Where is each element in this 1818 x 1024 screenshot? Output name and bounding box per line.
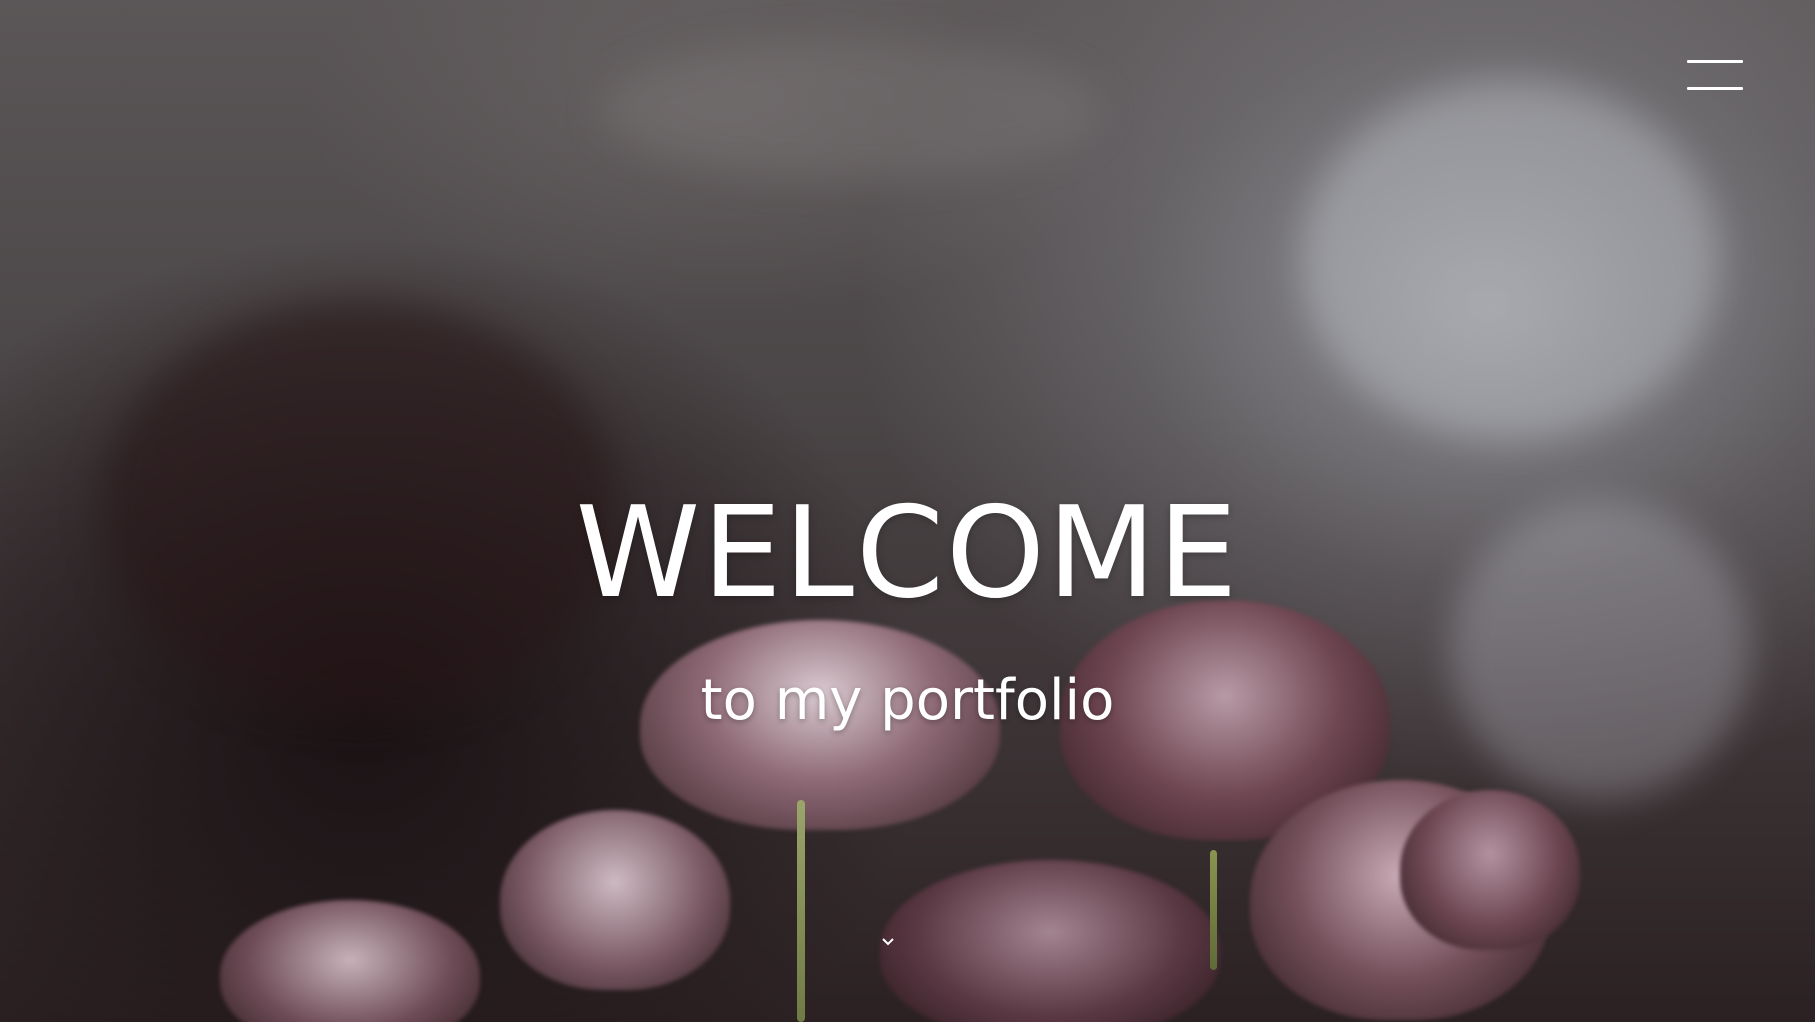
hero-section: WELCOME to my portfolio	[0, 0, 1815, 1022]
hero-subtitle: to my portfolio	[700, 668, 1115, 733]
chevron-down-icon	[882, 938, 894, 946]
menu-button[interactable]	[1685, 58, 1745, 94]
hamburger-menu-icon-line	[1687, 87, 1743, 90]
scroll-down-button[interactable]	[878, 932, 898, 954]
hero-title: WELCOME	[575, 479, 1240, 626]
hamburger-menu-icon	[1687, 60, 1743, 63]
